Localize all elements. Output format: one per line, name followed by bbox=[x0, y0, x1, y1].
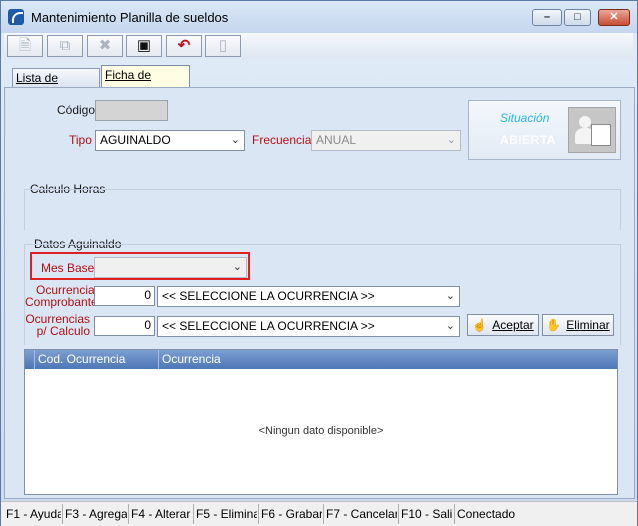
aceptar-button[interactable]: ☝ Aceptar bbox=[467, 314, 539, 336]
ocurrencias-calculo-select[interactable]: << SELECCIONE LA OCURRENCIA >> ⌄ bbox=[157, 316, 460, 337]
toolbar: 🗎 ⧉ ✖ ▣ ↶ ▯ bbox=[4, 33, 633, 59]
minimize-button[interactable]: – bbox=[532, 9, 562, 26]
maximize-icon: □ bbox=[574, 11, 581, 23]
ocurrencia-comprobante-label-2: Comprobante bbox=[25, 295, 98, 309]
window-title: Mantenimiento Planilla de sueldos bbox=[31, 10, 229, 25]
ocurrencia-comprobante-field[interactable]: 0 bbox=[94, 286, 155, 306]
ocurrencia-comprobante-select-value: << SELECCIONE LA OCURRENCIA >> bbox=[162, 289, 375, 303]
maximize-button[interactable]: □ bbox=[564, 9, 591, 26]
codigo-field[interactable] bbox=[95, 100, 168, 121]
situacion-caption: Situación bbox=[500, 111, 550, 125]
tipo-label: Tipo bbox=[69, 133, 92, 147]
frecuencia-label: Frecuencia bbox=[252, 133, 312, 147]
employee-sheet-icon bbox=[568, 107, 616, 153]
ocurrencias-calculo-select-value: << SELECCIONE LA OCURRENCIA >> bbox=[162, 319, 375, 333]
status-f6: F6 - Grabar bbox=[261, 507, 322, 521]
ocurrencias-grid[interactable]: Cod. Ocurrencia Ocurrencia <Ningun dato … bbox=[24, 349, 618, 495]
chevron-down-icon: ⌄ bbox=[230, 134, 240, 146]
ocurrencias-calculo-field[interactable]: 0 bbox=[94, 316, 155, 336]
close-icon: ✕ bbox=[609, 11, 619, 23]
status-f3: F3 - Agregar bbox=[65, 507, 127, 521]
copy-button[interactable]: ⧉ bbox=[47, 35, 83, 57]
chevron-down-icon: ⌄ bbox=[446, 134, 456, 146]
calculo-horas-group bbox=[24, 189, 621, 230]
ficha-panel: Código Tipo AGUINALDO ⌄ Frecuencia ANUAL… bbox=[4, 87, 635, 499]
thumbs-up-icon: ☝ bbox=[472, 318, 488, 332]
column-header-cod-ocurrencia[interactable]: Cod. Ocurrencia bbox=[35, 350, 159, 369]
tipo-select[interactable]: AGUINALDO ⌄ bbox=[95, 130, 245, 151]
tab-lista-de-planillas[interactable]: Lista de Planillas bbox=[12, 68, 100, 103]
chevron-down-icon: ⌄ bbox=[445, 290, 455, 302]
codigo-label: Código bbox=[57, 103, 96, 117]
grid-header: Cod. Ocurrencia Ocurrencia bbox=[25, 350, 617, 369]
new-button[interactable]: 🗎 bbox=[7, 35, 43, 57]
status-f10: F10 - Salir bbox=[401, 507, 453, 521]
undo-button[interactable]: ↶ bbox=[166, 35, 202, 57]
grid-header-indicator bbox=[25, 350, 35, 369]
status-bar: F1 - Ayuda F3 - Agregar F4 - Alterar F5 … bbox=[1, 501, 637, 526]
grid-empty-message: <Ningun dato disponible> bbox=[258, 425, 384, 437]
column-header-ocurrencia[interactable]: Ocurrencia bbox=[159, 350, 617, 369]
copy-icon: ⧉ bbox=[59, 37, 71, 54]
situacion-card: Situación ABIERTA bbox=[468, 100, 621, 160]
exit-icon: ▯ bbox=[218, 37, 228, 54]
status-f5: F5 - Eliminar bbox=[196, 507, 257, 521]
main-window: Mantenimiento Planilla de sueldos – □ ✕ … bbox=[0, 0, 638, 526]
status-f7: F7 - Cancelar bbox=[326, 507, 397, 521]
status-f1: F1 - Ayuda bbox=[6, 507, 61, 521]
frecuencia-select-value: ANUAL bbox=[316, 133, 357, 147]
status-f4: F4 - Alterar bbox=[131, 507, 191, 521]
exit-button[interactable]: ▯ bbox=[205, 35, 241, 57]
tab-strip: Lista de Planillas Ficha de Planilla bbox=[4, 65, 635, 103]
ocurrencia-comprobante-select[interactable]: << SELECCIONE LA OCURRENCIA >> ⌄ bbox=[157, 286, 460, 307]
aceptar-label: Aceptar bbox=[492, 318, 534, 332]
new-icon: 🗎 bbox=[18, 37, 32, 54]
minimize-icon: – bbox=[543, 11, 551, 23]
status-connection: Conectado bbox=[457, 507, 516, 521]
mes-base-highlight bbox=[30, 252, 250, 280]
title-bar[interactable]: Mantenimiento Planilla de sueldos – □ ✕ bbox=[1, 1, 637, 33]
delete-button[interactable]: ✖ bbox=[87, 35, 123, 57]
undo-icon: ↶ bbox=[177, 37, 191, 54]
app-icon bbox=[8, 9, 24, 25]
eliminar-button[interactable]: ✋ Eliminar bbox=[542, 314, 614, 336]
tipo-select-value: AGUINALDO bbox=[100, 133, 171, 147]
chevron-down-icon: ⌄ bbox=[445, 320, 455, 332]
close-button[interactable]: ✕ bbox=[598, 9, 630, 26]
eliminar-label: Eliminar bbox=[566, 318, 610, 332]
situacion-value: ABIERTA bbox=[500, 133, 556, 147]
tab-ficha-de-planilla[interactable]: Ficha de Planilla bbox=[101, 65, 190, 100]
ocurrencias-calculo-label-2: p/ Calculo bbox=[36, 324, 90, 338]
hand-icon: ✋ bbox=[546, 318, 562, 332]
delete-icon: ✖ bbox=[98, 37, 112, 54]
save-button[interactable]: ▣ bbox=[126, 35, 162, 57]
frecuencia-select[interactable]: ANUAL ⌄ bbox=[311, 130, 461, 151]
save-icon: ▣ bbox=[136, 37, 152, 54]
